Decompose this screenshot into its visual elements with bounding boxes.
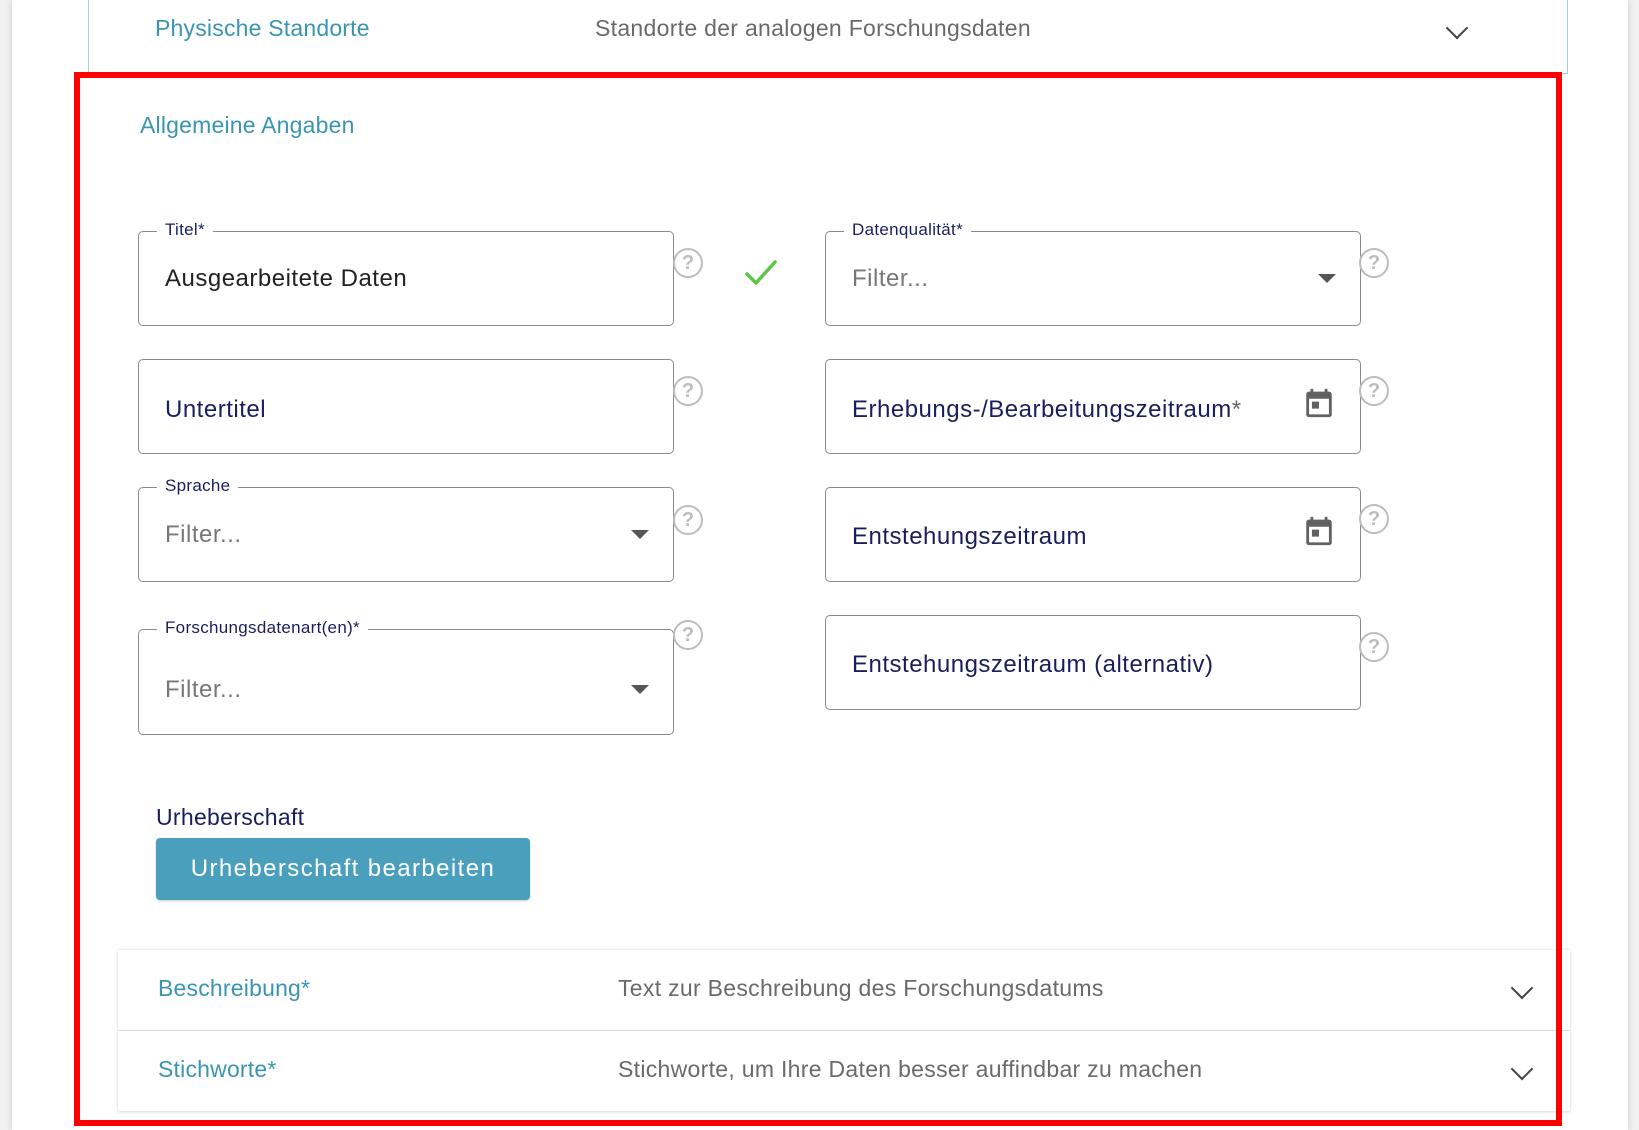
entstehungszeitraum-alternativ-field[interactable]: Entstehungszeitraum (alternativ)	[825, 615, 1361, 710]
panel-title: Physische Standorte	[155, 15, 370, 41]
physische-standorte-panel[interactable]: Physische Standorte Standorte der analog…	[88, 0, 1568, 74]
calendar-icon[interactable]	[1302, 386, 1336, 420]
question-circle-icon[interactable]: ?	[1359, 248, 1389, 278]
section-title: Allgemeine Angaben	[140, 112, 355, 138]
stichworte-accordion[interactable]: Stichworte* Stichworte, um Ihre Daten be…	[118, 1031, 1570, 1111]
untertitel-field[interactable]: Untertitel	[138, 359, 674, 454]
question-circle-icon[interactable]: ?	[673, 248, 703, 278]
titel-label: Titel*	[157, 220, 213, 240]
accordion-title: Stichworte*	[158, 1056, 277, 1082]
urheberschaft-bearbeiten-button[interactable]: Urheberschaft bearbeiten	[156, 838, 530, 900]
entstehungszeitraum-alternativ-label: Entstehungszeitraum (alternativ)	[852, 651, 1214, 678]
question-circle-icon[interactable]: ?	[673, 376, 703, 406]
panel-description: Standorte der analogen Forschungsdaten	[595, 15, 1031, 41]
sprache-select[interactable]: Sprache Filter...	[138, 476, 674, 582]
beschreibung-accordion[interactable]: Beschreibung* Text zur Beschreibung des …	[118, 950, 1570, 1030]
question-circle-icon[interactable]: ?	[673, 620, 703, 650]
check-icon	[745, 260, 777, 285]
datenqualitaet-label: Datenqualität*	[844, 220, 971, 240]
calendar-icon[interactable]	[1302, 514, 1336, 548]
accordion-description: Stichworte, um Ihre Daten besser auffind…	[618, 1056, 1203, 1082]
urheberschaft-heading: Urheberschaft	[156, 804, 305, 830]
question-circle-icon[interactable]: ?	[1359, 632, 1389, 662]
page-container: Physische Standorte Standorte der analog…	[12, 0, 1628, 1130]
dropdown-arrow-icon[interactable]	[1318, 274, 1336, 283]
sprache-label: Sprache	[157, 476, 239, 496]
sprache-placeholder[interactable]: Filter...	[165, 521, 242, 549]
chevron-down-icon[interactable]	[1510, 976, 1534, 1000]
forschungsdatenart-placeholder[interactable]: Filter...	[165, 676, 242, 704]
forschungsdatenart-label: Forschungsdatenart(en)*	[157, 618, 368, 638]
dropdown-arrow-icon[interactable]	[631, 685, 649, 694]
question-circle-icon[interactable]: ?	[1359, 376, 1389, 406]
question-circle-icon[interactable]: ?	[673, 505, 703, 535]
accordion-description: Text zur Beschreibung des Forschungsdatu…	[618, 975, 1104, 1001]
erhebungszeitraum-label: Erhebungs-/Bearbeitungszeitraum*	[852, 396, 1242, 423]
forschungsdatenart-select[interactable]: Forschungsdatenart(en)* Filter...	[138, 618, 674, 735]
dropdown-arrow-icon[interactable]	[631, 530, 649, 539]
question-circle-icon[interactable]: ?	[1359, 504, 1389, 534]
untertitel-label: Untertitel	[165, 396, 267, 423]
accordion-title: Beschreibung*	[158, 975, 311, 1001]
chevron-down-icon[interactable]	[1445, 16, 1469, 40]
datenqualitaet-placeholder[interactable]: Filter...	[852, 265, 929, 293]
erhebungszeitraum-field[interactable]: Erhebungs-/Bearbeitungszeitraum*	[825, 359, 1361, 454]
chevron-down-icon[interactable]	[1510, 1057, 1534, 1081]
titel-field[interactable]: Titel* Ausgearbeitete Daten	[138, 220, 674, 326]
entstehungszeitraum-field[interactable]: Entstehungszeitraum	[825, 487, 1361, 582]
titel-value[interactable]: Ausgearbeitete Daten	[165, 265, 407, 293]
datenqualitaet-select[interactable]: Datenqualität* Filter...	[825, 220, 1361, 326]
entstehungszeitraum-label: Entstehungszeitraum	[852, 523, 1087, 550]
